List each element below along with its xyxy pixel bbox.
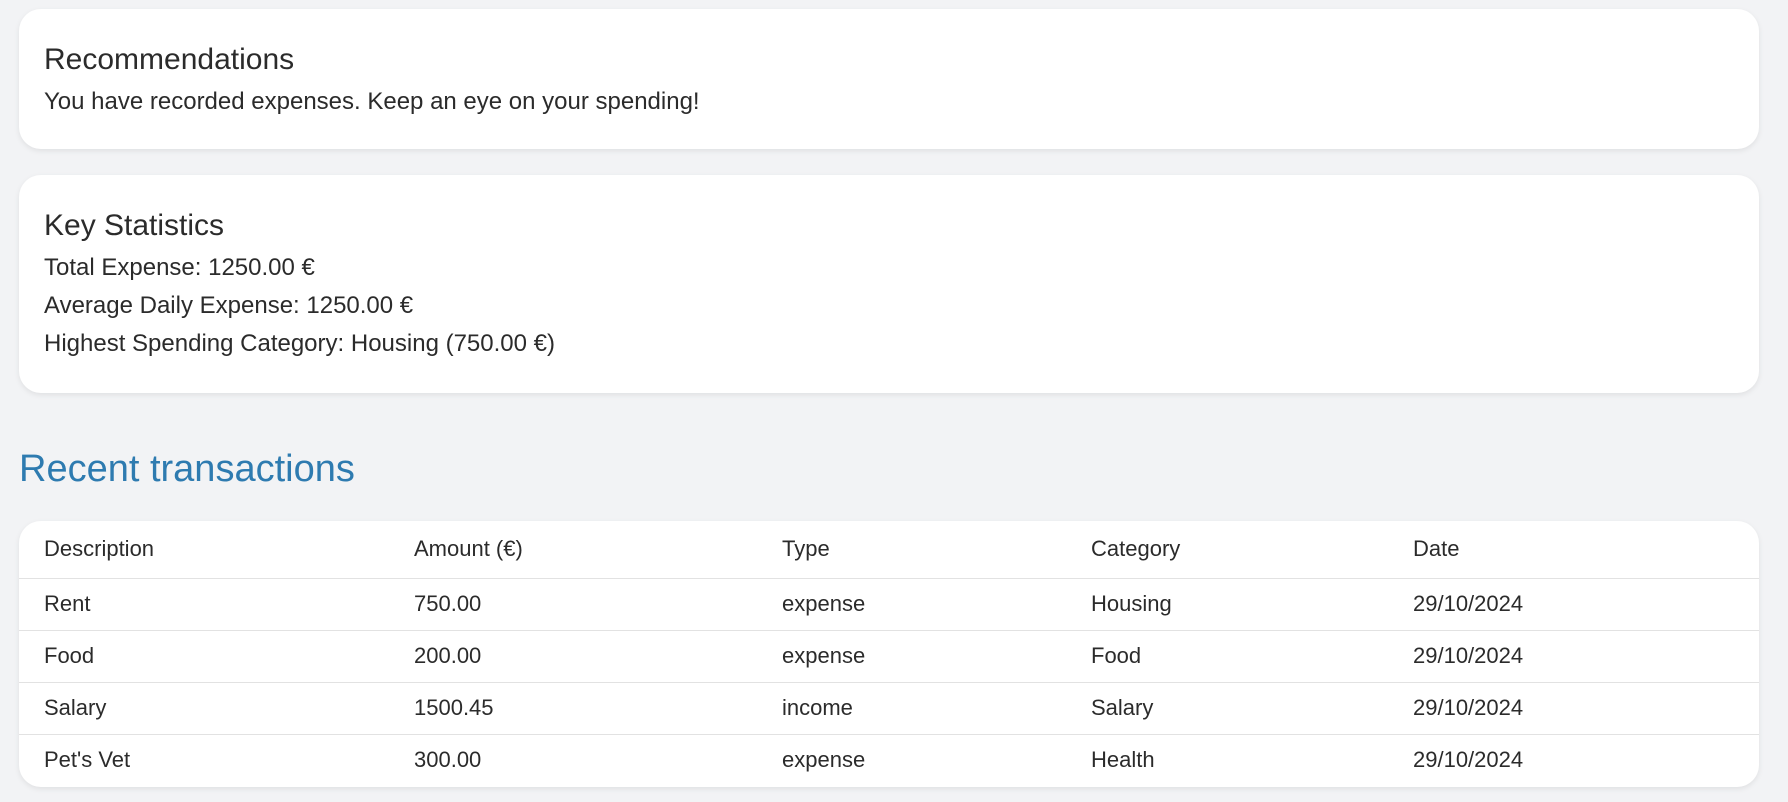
transactions-table-card: Description Amount (€) Type Category Dat… — [19, 521, 1759, 787]
recommendations-text: You have recorded expenses. Keep an eye … — [44, 88, 700, 115]
average-daily-expense-stat: Average Daily Expense: 1250.00 € — [44, 292, 414, 319]
cell-amount: 200.00 — [414, 643, 482, 668]
cell-description: Pet's Vet — [44, 747, 131, 773]
table-header-row: Description Amount (€) Type Category Dat… — [19, 521, 1759, 578]
table-body: Rent 750.00 expense Housing 29/10/2024 F… — [19, 578, 1759, 786]
cell-category: Food — [1091, 643, 1142, 668]
cell-amount: 1500.45 — [414, 695, 494, 720]
key-statistics-card: Key Statistics Total Expense: 1250.00 € … — [19, 175, 1759, 393]
cell-type: expense — [782, 747, 866, 773]
table-header: Description Amount (€) Type Category Dat… — [19, 521, 1759, 578]
cell-category: Housing — [1091, 591, 1172, 616]
cell-date: 29/10/2024 — [1413, 695, 1524, 720]
cell-type: income — [782, 695, 853, 720]
cell-description: Salary — [44, 695, 107, 720]
cell-date: 29/10/2024 — [1413, 643, 1524, 668]
cell-amount: 750.00 — [414, 591, 482, 616]
cell-description: Food — [44, 643, 95, 668]
total-expense-stat: Total Expense: 1250.00 € — [44, 254, 315, 281]
column-header-date: Date — [1413, 536, 1460, 562]
table-row: Food 200.00 expense Food 29/10/2024 — [19, 630, 1759, 682]
cell-type: expense — [782, 643, 866, 668]
table-row: Salary 1500.45 income Salary 29/10/2024 — [19, 682, 1759, 734]
cell-amount: 300.00 — [414, 747, 482, 773]
transactions-table: Description Amount (€) Type Category Dat… — [19, 521, 1759, 786]
cell-description: Rent — [44, 591, 91, 616]
cell-type: expense — [782, 591, 866, 616]
cell-category: Salary — [1091, 695, 1154, 720]
cell-date: 29/10/2024 — [1413, 591, 1524, 616]
key-statistics-title: Key Statistics — [44, 209, 225, 242]
table-row: Pet's Vet 300.00 expense Health 29/10/20… — [19, 734, 1759, 786]
key-statistics-list: Total Expense: 1250.00 € Average Daily E… — [44, 249, 1734, 363]
column-header-category: Category — [1091, 536, 1181, 562]
recent-transactions-title: Recent transactions — [19, 448, 355, 490]
cell-category: Health — [1091, 747, 1155, 773]
column-header-amount: Amount (€) — [414, 536, 523, 562]
cell-date: 29/10/2024 — [1413, 747, 1524, 773]
highest-spending-category-stat: Highest Spending Category: Housing (750.… — [44, 330, 555, 357]
recommendations-title: Recommendations — [44, 43, 295, 76]
column-header-description: Description — [44, 536, 155, 562]
recommendations-card: Recommendations You have recorded expens… — [19, 9, 1759, 149]
table-row: Rent 750.00 expense Housing 29/10/2024 — [19, 578, 1759, 630]
column-header-type: Type — [782, 536, 830, 562]
